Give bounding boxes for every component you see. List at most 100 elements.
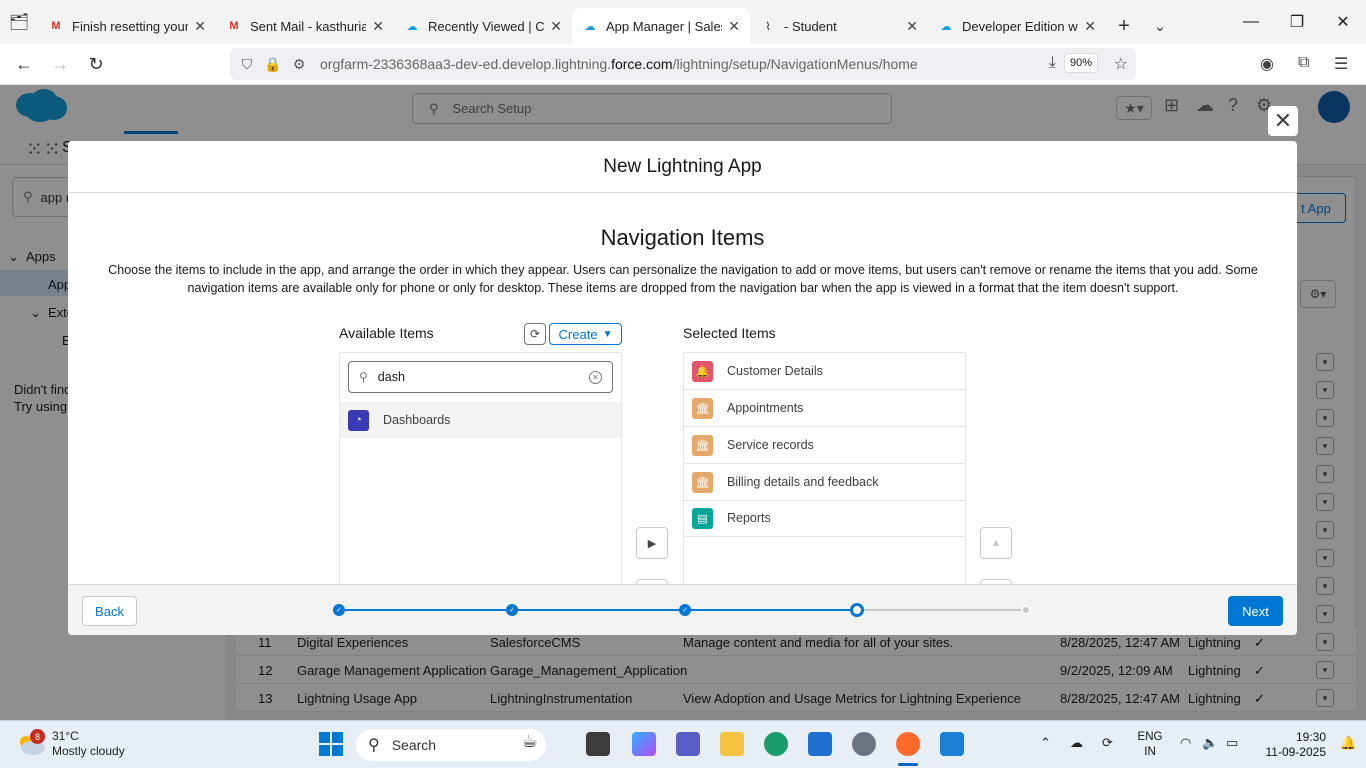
progress-step-1-check-icon[interactable]: ✓ — [333, 604, 345, 616]
task-view-icon[interactable] — [586, 732, 610, 756]
modal-title: New Lightning App — [68, 141, 1297, 193]
file-explorer-icon[interactable] — [720, 732, 744, 756]
bell-icon: 🔔 — [692, 360, 713, 382]
cloud-icon: 8 — [16, 729, 46, 756]
gmail-icon: M — [229, 20, 239, 32]
item-label: Customer Details — [727, 364, 823, 378]
language-region: IN — [1144, 746, 1156, 758]
selected-item-customer-details[interactable]: 🔔 Customer Details — [684, 353, 965, 390]
account-icon[interactable]: ◉ — [1260, 54, 1274, 74]
back-arrow-icon[interactable]: ← — [6, 46, 42, 82]
copilot-icon[interactable] — [632, 732, 656, 756]
progress-step-3-check-icon[interactable]: ✓ — [679, 604, 691, 616]
close-tab-icon[interactable]: ✕ — [372, 18, 384, 35]
windows-start-icon[interactable] — [318, 731, 344, 757]
permissions-icon[interactable]: ⚙ — [286, 56, 312, 73]
lock-icon[interactable]: 🔒 — [260, 56, 286, 73]
close-tab-icon[interactable]: ✕ — [728, 18, 740, 35]
close-tab-icon[interactable]: ✕ — [194, 18, 206, 35]
store-icon[interactable] — [808, 732, 832, 756]
item-label: Billing details and feedback — [727, 475, 879, 489]
available-item-dashboards[interactable]: ◔ Dashboards — [340, 402, 621, 438]
browser-tab[interactable]: M Finish resetting your Sa ✕ — [38, 8, 216, 44]
close-tab-icon[interactable]: ✕ — [550, 18, 562, 35]
battery-icon[interactable]: ▭ — [1226, 735, 1238, 751]
edge-icon[interactable] — [764, 732, 788, 756]
settings-icon[interactable] — [852, 732, 876, 756]
progress-bar-remaining — [857, 609, 1027, 611]
weather-temperature: 31°C — [52, 729, 79, 743]
chevron-down-icon[interactable]: ⌄ — [1142, 8, 1178, 44]
zoom-level[interactable]: 90% — [1063, 53, 1098, 73]
salesforce-icon: ☁ — [406, 20, 418, 33]
selected-item-appointments[interactable]: 🏛 Appointments — [684, 390, 965, 427]
next-button[interactable]: Next — [1228, 596, 1283, 626]
selected-item-billing-details[interactable]: 🏛 Billing details and feedback — [684, 464, 965, 501]
forward-arrow-icon[interactable]: → — [42, 46, 78, 82]
progress-step-5-todo[interactable] — [1021, 605, 1031, 615]
taskbar-search[interactable]: ⚲ Search ☕ — [356, 729, 546, 761]
reload-icon[interactable]: ↻ — [78, 46, 114, 82]
browser-tab[interactable]: ☁ Developer Edition with ✕ — [928, 8, 1106, 44]
active-app-indicator — [898, 763, 918, 766]
download-icon[interactable]: ⤓ — [1049, 54, 1056, 72]
item-label: Appointments — [727, 401, 804, 415]
refresh-icon[interactable]: ⟳ — [524, 323, 546, 345]
move-up-button[interactable]: ▲ — [980, 527, 1012, 559]
minimize-icon[interactable]: — — [1228, 0, 1274, 44]
available-items-search[interactable]: ⚲ dash ✕ — [348, 361, 613, 393]
item-label: Reports — [727, 511, 771, 525]
weather-badge: 8 — [30, 729, 45, 744]
photos-icon[interactable] — [940, 732, 964, 756]
step-title: Navigation Items — [600, 225, 765, 250]
close-tab-icon[interactable]: ✕ — [1084, 18, 1096, 35]
back-button[interactable]: Back — [82, 596, 137, 626]
extensions-icon[interactable]: ⧉ — [1298, 54, 1309, 72]
tab-title: Recently Viewed | Custo — [428, 18, 545, 34]
firefox-icon[interactable] — [896, 732, 920, 756]
browser-toolbar: ← → ↻ ⛉ 🔒 ⚙ orgfarm-2336368aa3-dev-ed.de… — [0, 44, 1366, 85]
caret-down-icon: ▼ — [602, 328, 613, 340]
dashboard-icon: ◔ — [348, 409, 369, 431]
bank-icon: 🏛 — [692, 434, 713, 456]
browser-tab-active[interactable]: ☁ App Manager | Salesfor ✕ — [572, 8, 750, 44]
create-label: Create — [558, 326, 598, 342]
clock[interactable]: 19:30 11-09-2025 — [1258, 730, 1327, 760]
progress-step-2-check-icon[interactable]: ✓ — [506, 604, 518, 616]
modal-body: Navigation Items Choose the items to inc… — [68, 193, 1297, 584]
notifications-icon[interactable]: 🔔 — [1340, 735, 1356, 751]
item-label: Dashboards — [383, 413, 451, 427]
close-window-icon[interactable]: ✕ — [1320, 0, 1366, 44]
browser-tab-bar: 🗂 M Finish resetting your Sa ✕ M Sent Ma… — [0, 0, 1366, 44]
clear-search-icon[interactable]: ✕ — [589, 371, 602, 384]
browser-tab[interactable]: ☁ Recently Viewed | Custo ✕ — [394, 8, 572, 44]
tab-actions-icon[interactable]: 🗂 — [0, 0, 38, 44]
volume-icon[interactable]: 🔈 — [1202, 735, 1218, 751]
weather-widget[interactable]: 8 31°C Mostly cloudy — [16, 729, 125, 759]
star-icon[interactable]: ☆ — [1114, 54, 1128, 74]
teams-icon[interactable] — [676, 732, 700, 756]
language-indicator[interactable]: ENG IN — [1136, 730, 1164, 760]
selected-item-reports[interactable]: ▤ Reports — [684, 500, 965, 537]
new-tab-icon[interactable]: + — [1106, 8, 1142, 44]
close-modal-button[interactable]: ✕ — [1268, 106, 1298, 136]
chevron-up-icon[interactable]: ⌃ — [1040, 735, 1051, 751]
wifi-icon[interactable]: ◠ — [1180, 735, 1191, 751]
onedrive-icon[interactable]: ☁ — [1070, 735, 1083, 751]
bank-icon: 🏛 — [692, 397, 713, 419]
step-description: Choose the items to include in the app, … — [108, 263, 1258, 295]
create-button[interactable]: Create ▼ — [549, 323, 622, 345]
update-icon[interactable]: ⟳ — [1102, 735, 1113, 751]
restore-icon[interactable]: ❐ — [1274, 0, 1320, 44]
address-bar[interactable]: ⛉ 🔒 ⚙ orgfarm-2336368aa3-dev-ed.develop.… — [230, 48, 1136, 80]
shield-icon[interactable]: ⛉ — [234, 56, 260, 73]
selected-item-service-records[interactable]: 🏛 Service records — [684, 427, 965, 464]
close-tab-icon[interactable]: ✕ — [906, 18, 918, 35]
browser-tab[interactable]: ⌇ - Student ✕ — [750, 8, 928, 44]
salesforce-icon: ☁ — [584, 20, 596, 33]
report-icon: ▤ — [692, 507, 713, 529]
progress-step-4-current[interactable] — [850, 603, 864, 617]
menu-icon[interactable]: ☰ — [1334, 54, 1348, 74]
move-right-button[interactable]: ▶ — [636, 527, 668, 559]
browser-tab[interactable]: M Sent Mail - kasthurianu ✕ — [216, 8, 394, 44]
